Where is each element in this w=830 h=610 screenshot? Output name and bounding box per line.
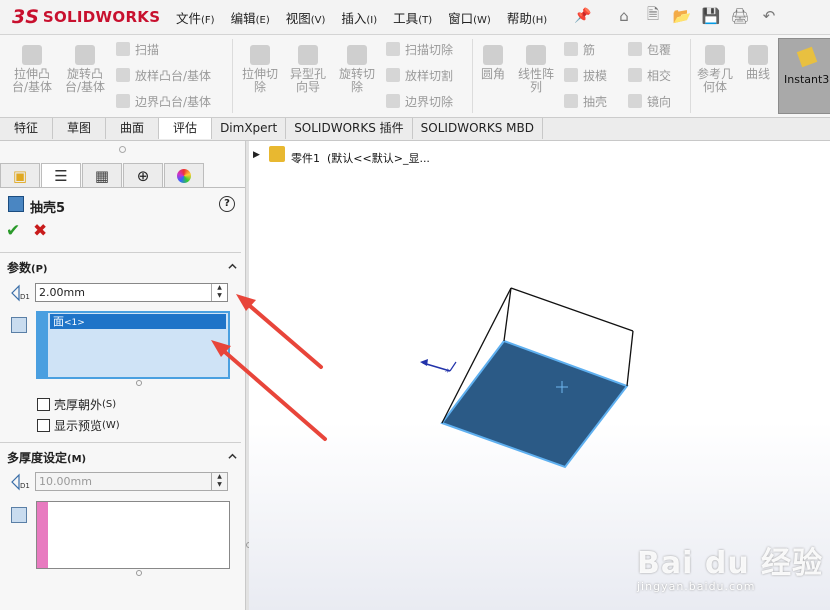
baidu-watermark: Bai du 经验 jingyan.baidu.com: [637, 538, 823, 593]
model-edge: [626, 330, 634, 387]
model-overlay: *: [211, 287, 634, 469]
model-edge: [510, 287, 634, 332]
shell-model[interactable]: [440, 287, 634, 469]
annotation-arrow: [236, 294, 323, 369]
selected-face[interactable]: [440, 339, 629, 469]
origin-triad-icon: *: [420, 359, 457, 378]
watermark-main: Bai du 经验: [637, 546, 824, 581]
svg-text:*: *: [445, 368, 450, 378]
